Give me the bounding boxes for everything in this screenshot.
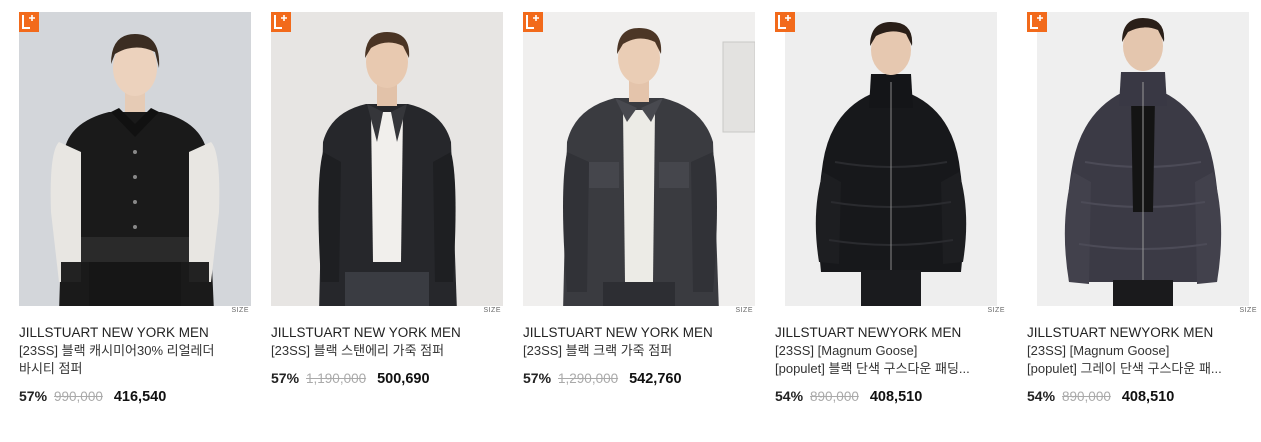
product-name-line2[interactable]: 바시티 점퍼 bbox=[19, 360, 239, 378]
product-image[interactable] bbox=[271, 12, 503, 306]
size-label[interactable]: SIZE bbox=[271, 306, 503, 316]
product-card[interactable]: SIZE JILLSTUART NEW YORK MEN [23SS] 블랙 스… bbox=[271, 12, 503, 388]
product-name-line2[interactable]: [populet] 그레이 단색 구스다운 패... bbox=[1027, 360, 1247, 378]
product-image[interactable] bbox=[523, 12, 755, 306]
sale-price: 542,760 bbox=[629, 371, 682, 387]
lotte-plus-icon bbox=[775, 12, 795, 32]
original-price: 1,290,000 bbox=[558, 371, 619, 386]
price-row: 57% 1,290,000 542,760 bbox=[523, 369, 755, 388]
price-row: 57% 990,000 416,540 bbox=[19, 387, 251, 406]
discount-rate: 54% bbox=[1027, 388, 1056, 404]
brand-name[interactable]: JILLSTUART NEW YORK MEN bbox=[523, 324, 755, 342]
size-label[interactable]: SIZE bbox=[523, 306, 755, 316]
product-name-line1[interactable]: [23SS] [Magnum Goose] bbox=[1027, 342, 1247, 360]
product-name-line1[interactable]: [23SS] 블랙 캐시미어30% 리얼레더 bbox=[19, 342, 239, 360]
original-price: 990,000 bbox=[54, 389, 103, 404]
sale-price: 408,510 bbox=[869, 389, 923, 405]
sale-price: 408,510 bbox=[1121, 389, 1175, 405]
original-price: 1,190,000 bbox=[306, 371, 367, 386]
sale-price: 416,540 bbox=[113, 389, 167, 405]
discount-rate: 57% bbox=[523, 370, 552, 386]
sale-price: 500,690 bbox=[377, 371, 430, 387]
product-card[interactable]: SIZE JILLSTUART NEWYORK MEN [23SS] [Magn… bbox=[775, 12, 1007, 406]
lotte-plus-icon bbox=[523, 12, 543, 32]
lotte-plus-icon bbox=[271, 12, 291, 32]
size-label[interactable]: SIZE bbox=[1027, 306, 1259, 316]
discount-rate: 54% bbox=[775, 388, 804, 404]
product-grid: SIZE JILLSTUART NEW YORK MEN [23SS] 블랙 캐… bbox=[0, 0, 1261, 442]
product-card[interactable]: SIZE JILLSTUART NEW YORK MEN [23SS] 블랙 캐… bbox=[19, 12, 251, 406]
original-price: 890,000 bbox=[810, 389, 859, 404]
product-image[interactable] bbox=[1027, 12, 1259, 306]
brand-name[interactable]: JILLSTUART NEWYORK MEN bbox=[775, 324, 1007, 342]
lotte-plus-icon bbox=[19, 12, 39, 32]
product-card[interactable]: SIZE JILLSTUART NEW YORK MEN [23SS] 블랙 크… bbox=[523, 12, 755, 388]
product-card[interactable]: SIZE JILLSTUART NEWYORK MEN [23SS] [Magn… bbox=[1027, 12, 1259, 406]
brand-name[interactable]: JILLSTUART NEW YORK MEN bbox=[19, 324, 251, 342]
product-image[interactable] bbox=[19, 12, 251, 306]
brand-name[interactable]: JILLSTUART NEW YORK MEN bbox=[271, 324, 503, 342]
discount-rate: 57% bbox=[19, 388, 48, 404]
price-row: 57% 1,190,000 500,690 bbox=[271, 369, 503, 388]
price-row: 54% 890,000 408,510 bbox=[1027, 387, 1259, 406]
original-price: 890,000 bbox=[1062, 389, 1111, 404]
lotte-plus-icon bbox=[1027, 12, 1047, 32]
discount-rate: 57% bbox=[271, 370, 300, 386]
product-name-line1[interactable]: [23SS] 블랙 크랙 가죽 점퍼 bbox=[523, 342, 743, 360]
product-image[interactable] bbox=[775, 12, 1007, 306]
product-name-line2[interactable]: [populet] 블랙 단색 구스다운 패딩... bbox=[775, 360, 995, 378]
size-label[interactable]: SIZE bbox=[19, 306, 251, 316]
product-name-line1[interactable]: [23SS] 블랙 스탠에리 가죽 점퍼 bbox=[271, 342, 491, 360]
size-label[interactable]: SIZE bbox=[775, 306, 1007, 316]
brand-name[interactable]: JILLSTUART NEWYORK MEN bbox=[1027, 324, 1259, 342]
price-row: 54% 890,000 408,510 bbox=[775, 387, 1007, 406]
product-name-line1[interactable]: [23SS] [Magnum Goose] bbox=[775, 342, 995, 360]
